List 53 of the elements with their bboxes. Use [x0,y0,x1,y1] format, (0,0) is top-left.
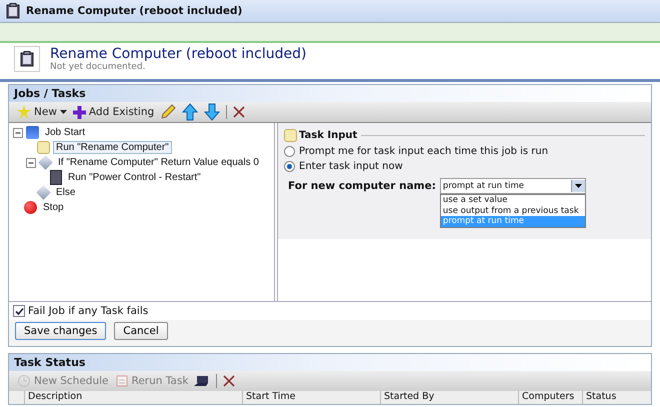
node-icon [37,141,50,154]
document-icon [114,374,128,388]
radio-label: Prompt me for task input each time this job is run [299,146,548,157]
column-header[interactable]: Description [24,391,242,404]
delete-button[interactable] [223,375,236,387]
up-button[interactable] [182,103,198,121]
tree-item[interactable]: If "Rename Computer" Return Value equals 0 [55,156,262,169]
radio-label: Enter task input now [299,161,403,172]
new-button[interactable]: New [17,105,67,119]
checkbox-label: Fail Job if any Task fails [28,305,148,317]
node-icon [26,126,39,139]
column-header[interactable]: Start Time [242,391,380,404]
tree-item[interactable]: Else [53,186,78,199]
clock-icon [17,374,31,388]
delete-button[interactable] [233,106,246,118]
column-header[interactable]: Status [582,391,651,404]
checkbox[interactable] [13,305,25,317]
tree-item[interactable]: Run "Power Control - Restart" [65,171,204,184]
radio-button[interactable] [284,146,295,157]
panel-title: Task Status [14,356,86,369]
tree-item[interactable]: Job Start [42,126,88,139]
clipboard-icon [6,3,20,19]
add-button[interactable]: Add Existing [72,106,154,118]
tree-item[interactable]: Run "Rename Computer" [53,141,172,154]
column-header[interactable]: Started By [380,391,518,404]
node-icon [38,155,53,170]
radio-button[interactable] [284,161,295,172]
edit-button[interactable] [160,104,176,120]
collapse-toggle[interactable] [26,158,36,168]
clipboard-icon[interactable] [14,46,40,72]
window-title: Rename Computer (reboot included) [26,5,242,17]
action-button[interactable]: Save changes [15,322,106,340]
caret-icon [60,110,67,114]
dropdown-option[interactable]: use a set value [440,195,585,206]
tree-item[interactable]: Stop [40,201,67,214]
down-button[interactable] [204,103,220,121]
panel-title: Jobs / Tasks [14,87,86,100]
page-subtitle: Not yet documented. [50,62,146,72]
dropdown-field[interactable]: prompt at run time [440,178,586,194]
plus-icon [72,106,86,118]
collapse-toggle[interactable] [13,128,23,138]
node-icon [50,170,62,185]
column-header[interactable]: Computers [518,391,582,404]
scroll-icon [284,129,297,142]
page-title: Rename Computer (reboot included) [50,46,306,62]
section-title: Task Input [299,130,358,141]
node-icon [24,201,37,214]
field-label: For new computer name: [288,179,436,192]
dropdown-option[interactable]: use output from a previous task [440,206,585,216]
star-icon [17,105,31,119]
caret-icon [574,184,582,188]
action-button[interactable]: Cancel [114,322,168,340]
computer-button[interactable] [194,375,210,387]
